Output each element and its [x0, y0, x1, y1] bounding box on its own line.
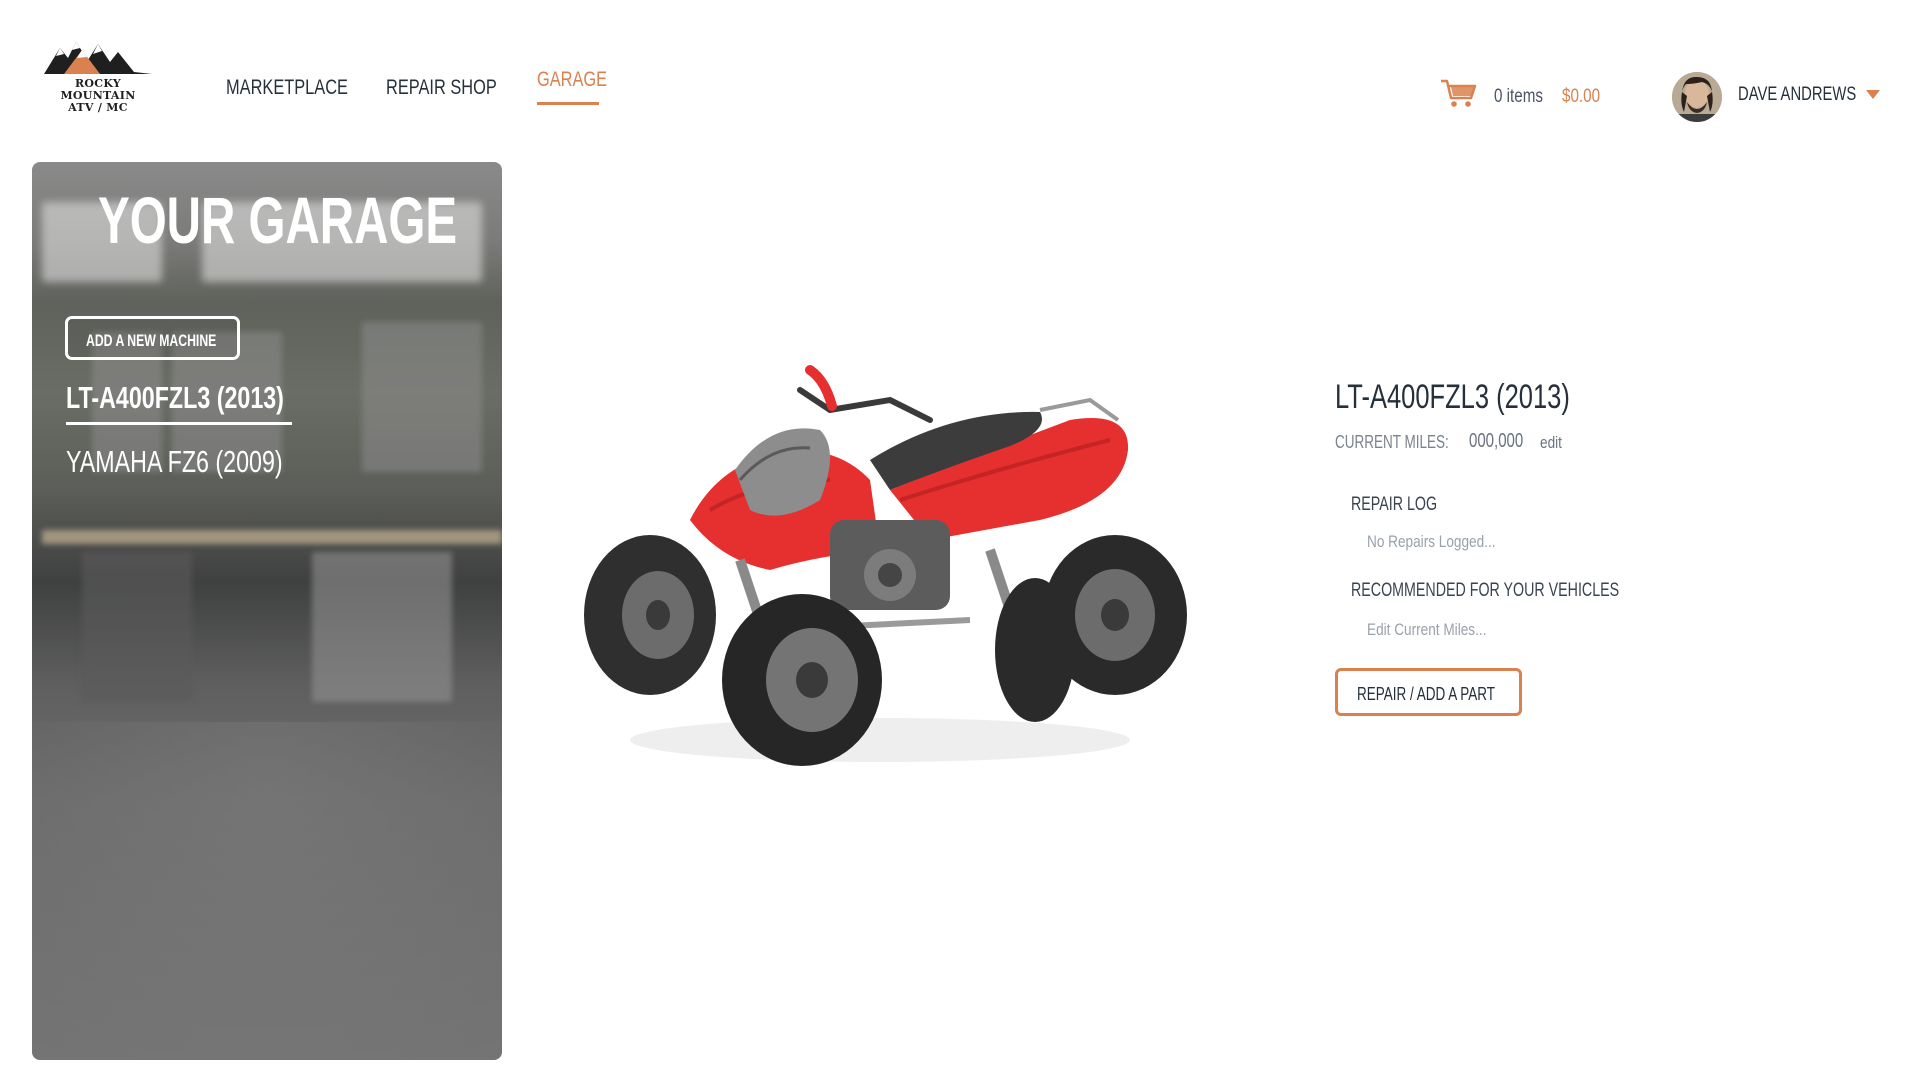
vehicle-image — [570, 350, 1190, 780]
atv-illustration-icon — [584, 365, 1187, 766]
garage-bg-floor — [32, 722, 502, 1060]
cart-item-count: 0 items — [1494, 86, 1543, 107]
edit-miles-link[interactable]: edit — [1540, 433, 1562, 453]
nav-active-underline — [537, 102, 599, 105]
edit-current-miles-hint[interactable]: Edit Current Miles... — [1367, 620, 1486, 640]
mountain-logo-icon — [44, 42, 152, 74]
repair-add-part-label: REPAIR / ADD A PART — [1357, 684, 1496, 704]
avatar[interactable] — [1672, 72, 1722, 122]
garage-bg-cabinet — [362, 322, 482, 472]
brand-logo[interactable]: ROCKY MOUNTAIN ATV / MC — [42, 34, 154, 114]
brand-name: ROCKY MOUNTAIN ATV / MC — [42, 78, 154, 114]
top-header: ROCKY MOUNTAIN ATV / MC MARKETPLACE REPA… — [0, 0, 1920, 150]
current-miles-label: CURRENT MILES: — [1335, 432, 1449, 452]
brand-line-2: ATV / MC — [68, 101, 128, 114]
machine-item-lt-a400fzl3[interactable]: LT-A400FZL3 (2013) — [66, 380, 284, 416]
brand-line-1: ROCKY MOUNTAIN — [60, 77, 136, 102]
machine-selected-underline — [66, 422, 292, 425]
current-miles-value: 000,000 — [1469, 430, 1524, 452]
cart-total: $0.00 — [1562, 86, 1601, 107]
user-name: DAVE ANDREWS — [1738, 84, 1857, 105]
garage-panel: YOUR GARAGE ADD A NEW MACHINE LT-A400FZL… — [32, 162, 502, 1060]
nav-repair-shop[interactable]: REPAIR SHOP — [386, 76, 497, 100]
nav-garage[interactable]: GARAGE — [537, 68, 607, 92]
add-machine-button[interactable]: ADD A NEW MACHINE — [65, 316, 240, 360]
garage-bg-drawer — [82, 552, 192, 702]
garage-bg-bench — [42, 530, 502, 544]
chevron-down-icon[interactable] — [1866, 90, 1880, 99]
cart-icon[interactable] — [1440, 78, 1478, 113]
repair-log-heading: REPAIR LOG — [1351, 494, 1438, 515]
vehicle-title: LT-A400FZL3 (2013) — [1335, 378, 1570, 416]
add-machine-label: ADD A NEW MACHINE — [86, 331, 217, 350]
garage-bg-drawer — [312, 552, 452, 702]
machine-item-yamaha-fz6[interactable]: YAMAHA FZ6 (2009) — [66, 444, 283, 480]
nav-marketplace[interactable]: MARKETPLACE — [226, 76, 348, 100]
recommended-heading: RECOMMENDED FOR YOUR VEHICLES — [1351, 580, 1620, 601]
repair-log-empty: No Repairs Logged... — [1367, 532, 1496, 551]
repair-add-part-button[interactable]: REPAIR / ADD A PART — [1335, 668, 1522, 716]
garage-title: YOUR GARAGE — [98, 183, 458, 257]
